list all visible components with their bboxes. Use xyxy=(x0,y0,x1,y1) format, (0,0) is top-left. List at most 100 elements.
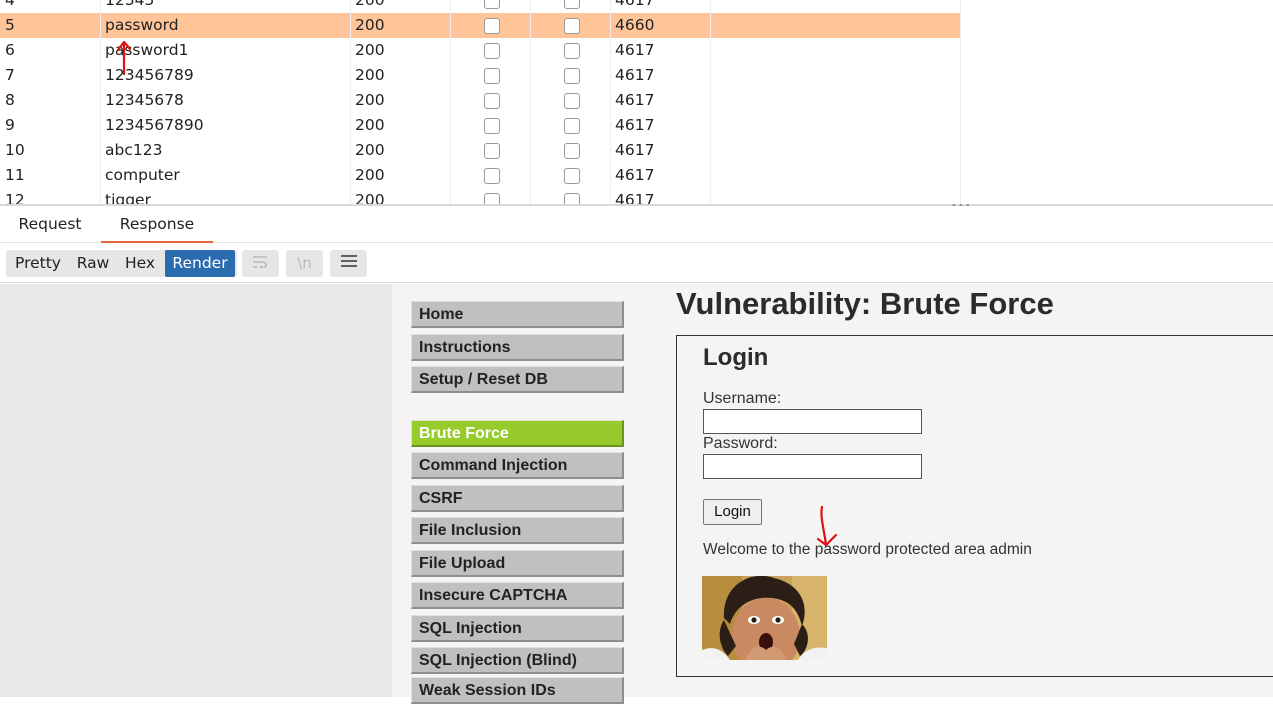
timeout-checkbox[interactable] xyxy=(564,43,580,59)
error-checkbox[interactable] xyxy=(484,168,500,184)
timeout-checkbox[interactable] xyxy=(564,93,580,109)
nav-item-home[interactable]: Home xyxy=(411,301,624,328)
error-checkbox[interactable] xyxy=(484,93,500,109)
row-number: 10 xyxy=(5,141,25,159)
table-row[interactable]: 6 password1 200 4617 xyxy=(0,38,961,63)
payload-cell: abc123 xyxy=(105,141,163,159)
timeout-checkbox[interactable] xyxy=(564,18,580,34)
timeout-checkbox[interactable] xyxy=(564,143,580,159)
length-cell: 4617 xyxy=(615,166,655,184)
payload-cell: tigger xyxy=(105,191,151,204)
length-cell: 4617 xyxy=(615,41,655,59)
status-code-cell: 200 xyxy=(355,0,385,9)
nav-item-weak-session-ids[interactable]: Weak Session IDs xyxy=(411,677,624,704)
error-checkbox[interactable] xyxy=(484,18,500,34)
payload-cell: 1234567890 xyxy=(105,116,204,134)
password-input[interactable] xyxy=(703,454,922,479)
hex-button[interactable]: Hex xyxy=(116,250,164,277)
length-cell: 4617 xyxy=(615,116,655,134)
length-cell: 4617 xyxy=(615,66,655,84)
column-divider xyxy=(100,0,101,204)
payload-cell: computer xyxy=(105,166,180,184)
column-divider xyxy=(530,0,531,204)
user-photo xyxy=(702,576,827,660)
status-code-cell: 200 xyxy=(355,191,385,204)
annotation-arrow-up-icon xyxy=(116,40,132,76)
timeout-checkbox[interactable] xyxy=(564,168,580,184)
row-number: 8 xyxy=(5,91,15,109)
username-input[interactable] xyxy=(703,409,922,434)
status-code-cell: 200 xyxy=(355,116,385,134)
length-cell: 4617 xyxy=(615,141,655,159)
status-code-cell: 200 xyxy=(355,16,385,34)
length-cell: 4617 xyxy=(615,191,655,204)
timeout-checkbox[interactable] xyxy=(564,68,580,84)
word-wrap-icon[interactable] xyxy=(242,250,279,277)
pretty-button[interactable]: Pretty xyxy=(6,250,70,277)
payload-cell: 12345678 xyxy=(105,91,184,109)
nav-item-brute-force[interactable]: Brute Force xyxy=(411,420,624,447)
nav-item-file-inclusion[interactable]: File Inclusion xyxy=(411,517,624,544)
nav-item-csrf[interactable]: CSRF xyxy=(411,485,624,512)
length-cell: 4660 xyxy=(615,16,655,34)
tab-request[interactable]: Request xyxy=(0,206,100,243)
login-button[interactable]: Login xyxy=(703,499,762,525)
table-row[interactable]: 5 password 200 4660 xyxy=(0,13,961,38)
render-pane: Vulnerability: Brute Force Login Usernam… xyxy=(0,284,1273,704)
status-code-cell: 200 xyxy=(355,166,385,184)
error-checkbox[interactable] xyxy=(484,0,500,9)
nav-item-insecure-captcha[interactable]: Insecure CAPTCHA xyxy=(411,582,624,609)
table-row[interactable]: 11 computer 200 4617 xyxy=(0,163,961,188)
table-row[interactable]: 7 123456789 200 4617 xyxy=(0,63,961,88)
nav-item-instructions[interactable]: Instructions xyxy=(411,334,624,361)
row-number: 5 xyxy=(5,16,15,34)
error-checkbox[interactable] xyxy=(484,43,500,59)
error-checkbox[interactable] xyxy=(484,68,500,84)
status-code-cell: 200 xyxy=(355,41,385,59)
password-label: Password: xyxy=(703,435,778,452)
status-code-cell: 200 xyxy=(355,66,385,84)
tab-response[interactable]: Response xyxy=(101,206,213,243)
results-table: 12 tigger 200 4617 11 computer 200 4617 10 abc123… xyxy=(0,0,961,204)
nav-item-sql-injection-blind[interactable]: SQL Injection (Blind) xyxy=(411,647,624,674)
nav-item-file-upload[interactable]: File Upload xyxy=(411,550,624,577)
page-title: Vulnerability: Brute Force xyxy=(676,286,1054,321)
nav-item-setup-reset-db[interactable]: Setup / Reset DB xyxy=(411,366,624,393)
timeout-checkbox[interactable] xyxy=(564,118,580,134)
page-margin xyxy=(0,284,392,697)
table-row[interactable]: 4 12345 200 4617 xyxy=(0,0,961,13)
show-newlines-icon[interactable]: \n xyxy=(286,250,323,277)
status-code-cell: 200 xyxy=(355,141,385,159)
username-label: Username: xyxy=(703,390,782,407)
timeout-checkbox[interactable] xyxy=(564,0,580,9)
error-checkbox[interactable] xyxy=(484,193,500,204)
column-divider xyxy=(350,0,351,204)
view-toolbar: Pretty Raw Hex Render \n xyxy=(0,243,1273,283)
length-cell: 4617 xyxy=(615,0,655,9)
message-tabs: Request Response xyxy=(0,206,1273,243)
table-row[interactable]: 12 tigger 200 4617 xyxy=(0,188,961,204)
column-divider xyxy=(450,0,451,204)
welcome-message: Welcome to the password protected area a… xyxy=(703,541,1032,558)
menu-icon[interactable] xyxy=(330,250,367,277)
status-code-cell: 200 xyxy=(355,91,385,109)
error-checkbox[interactable] xyxy=(484,143,500,159)
row-number: 11 xyxy=(5,166,25,184)
row-number: 9 xyxy=(5,116,15,134)
raw-button[interactable]: Raw xyxy=(70,250,116,277)
render-button[interactable]: Render xyxy=(165,250,235,277)
timeout-checkbox[interactable] xyxy=(564,193,580,204)
column-divider xyxy=(610,0,611,204)
row-number: 4 xyxy=(5,0,15,9)
table-row[interactable]: 9 1234567890 200 4617 xyxy=(0,113,961,138)
row-number: 7 xyxy=(5,66,15,84)
nav-item-sql-injection[interactable]: SQL Injection xyxy=(411,615,624,642)
length-cell: 4617 xyxy=(615,91,655,109)
table-row[interactable]: 8 12345678 200 4617 xyxy=(0,88,961,113)
row-number: 6 xyxy=(5,41,15,59)
error-checkbox[interactable] xyxy=(484,118,500,134)
annotation-arrow-down-icon xyxy=(816,505,838,547)
nav-item-command-injection[interactable]: Command Injection xyxy=(411,452,624,479)
table-row[interactable]: 10 abc123 200 4617 xyxy=(0,138,961,163)
empty-panel xyxy=(961,0,1273,204)
